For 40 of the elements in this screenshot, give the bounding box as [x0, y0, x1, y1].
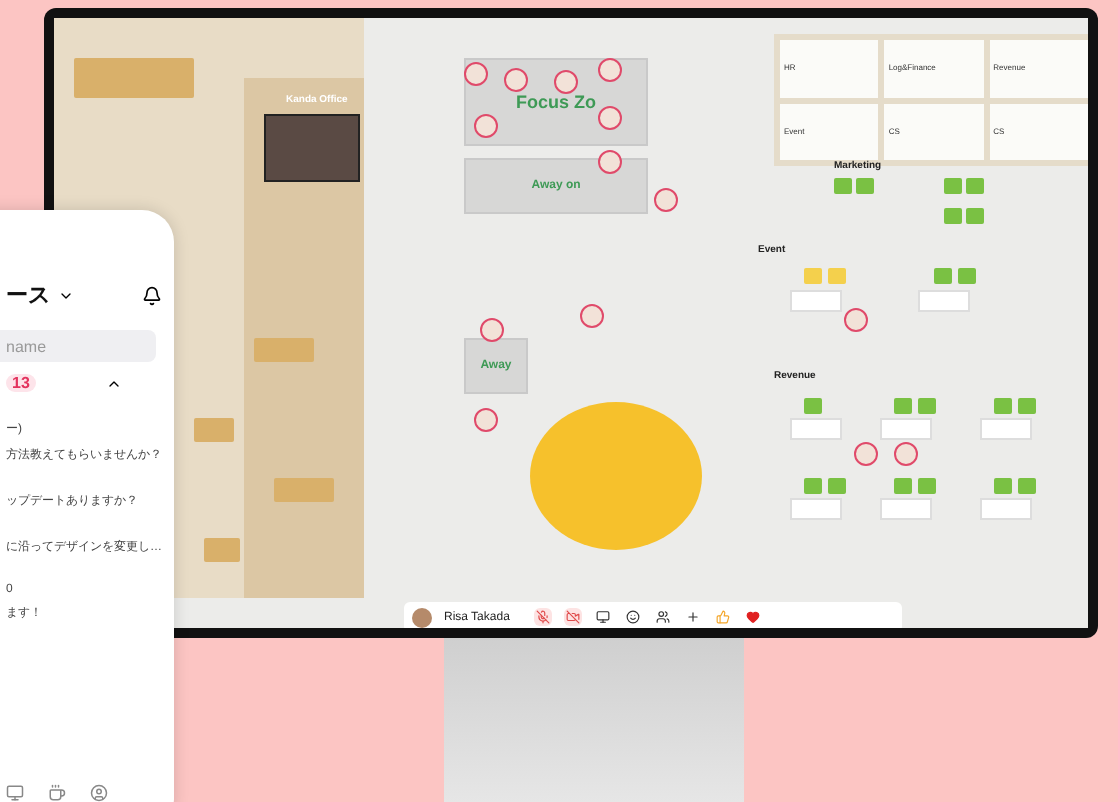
table	[790, 290, 842, 312]
screen-share-button[interactable]	[593, 608, 612, 626]
zone-label: Focus Zo	[516, 92, 596, 112]
table	[918, 290, 970, 312]
table	[980, 498, 1032, 520]
profile-icon[interactable]	[90, 784, 108, 802]
desk	[74, 58, 194, 98]
avatar[interactable]	[598, 150, 622, 174]
desk	[254, 338, 314, 362]
avatar[interactable]	[474, 408, 498, 432]
add-button[interactable]	[683, 608, 702, 626]
desk	[204, 538, 240, 562]
camera-button[interactable]	[563, 608, 582, 626]
desk	[194, 418, 234, 442]
table	[790, 418, 842, 440]
monitor-icon[interactable]	[6, 784, 24, 802]
table	[880, 418, 932, 440]
unread-count: 13	[6, 374, 36, 392]
table	[980, 418, 1032, 440]
avatar[interactable]	[654, 188, 678, 212]
heart-button[interactable]	[743, 608, 762, 626]
search-field[interactable]: name	[0, 330, 156, 362]
avatar[interactable]	[844, 308, 868, 332]
avatar[interactable]	[412, 607, 432, 627]
avatar[interactable]	[894, 442, 918, 466]
chair	[804, 398, 822, 414]
cup-icon[interactable]	[48, 784, 66, 802]
avatar[interactable]	[480, 318, 504, 342]
emoji-button[interactable]	[623, 608, 642, 626]
bell-icon[interactable]	[142, 285, 162, 305]
video-placeholder	[264, 114, 360, 182]
table	[790, 498, 842, 520]
avatar[interactable]	[580, 304, 604, 328]
people-button[interactable]	[653, 608, 672, 626]
microphone-button[interactable]	[533, 608, 552, 626]
workspace-title: ース	[6, 282, 50, 310]
table	[880, 498, 932, 520]
desk	[274, 478, 334, 502]
thumbs-up-button[interactable]	[713, 608, 732, 626]
avatar[interactable]	[854, 442, 878, 466]
